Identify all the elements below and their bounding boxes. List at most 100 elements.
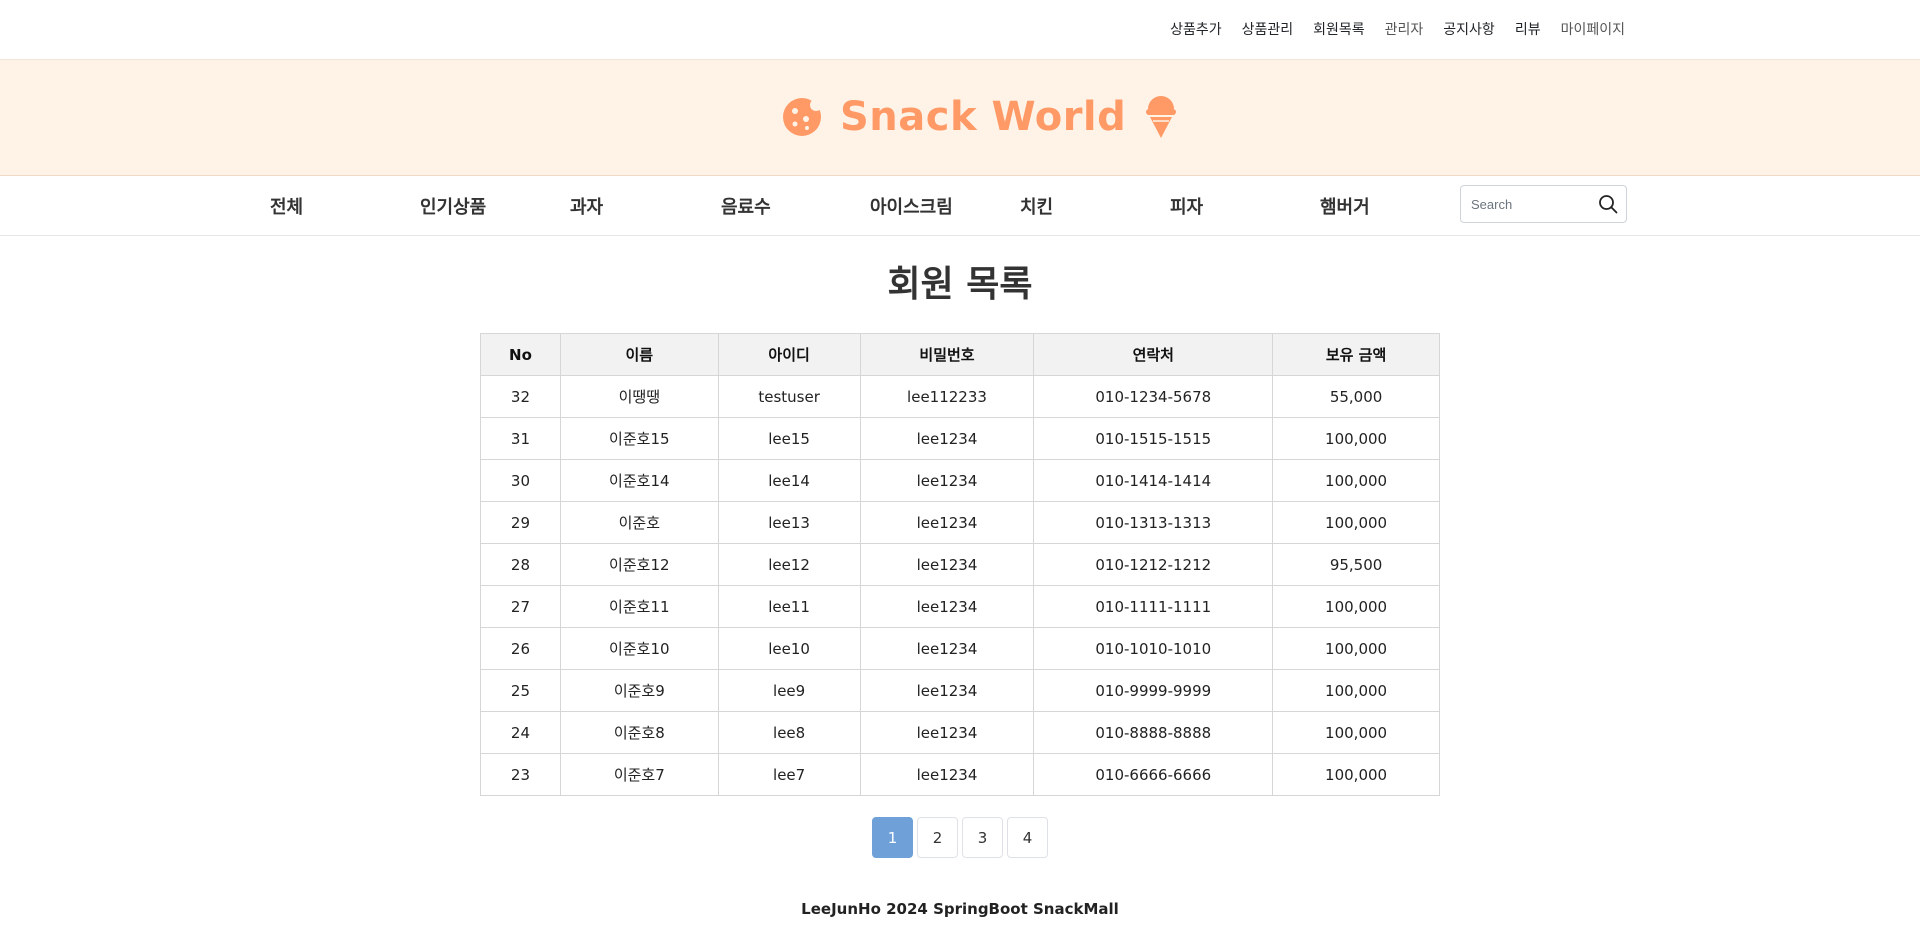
table-row: 25 이준호9 lee9 lee1234 010-9999-9999 100,000 [480, 669, 1440, 712]
cell-balance: 95,500 [1272, 543, 1440, 586]
cell-balance: 55,000 [1272, 375, 1440, 418]
cell-balance: 100,000 [1272, 417, 1440, 460]
search-icon[interactable] [1598, 194, 1618, 214]
top-link-add-product[interactable]: 상품추가 [1170, 19, 1222, 39]
column-header-id: 아이디 [717, 333, 861, 376]
ice-cream-icon [1144, 95, 1178, 139]
members-table: No 이름 아이디 비밀번호 연락처 보유 금액 32 이땡땡 testuser le… [480, 333, 1440, 796]
table-row: 30 이준호14 lee14 lee1234 010-1414-1414 100,000 [480, 459, 1440, 502]
page-button-1[interactable]: 1 [872, 817, 913, 858]
cell-id: lee15 [717, 417, 861, 460]
nav-item-pizza[interactable]: 피자 [1170, 193, 1203, 219]
top-link-notices[interactable]: 공지사항 [1443, 19, 1495, 39]
cell-phone: 010-1234-5678 [1033, 375, 1274, 418]
table-row: 27 이준호11 lee11 lee1234 010-1111-1111 100,000 [480, 585, 1440, 628]
table-row: 31 이준호15 lee15 lee1234 010-1515-1515 100,000 [480, 417, 1440, 460]
cell-name: 이준호12 [559, 543, 719, 586]
cookie-icon [782, 97, 822, 137]
cell-password: lee1234 [859, 711, 1035, 754]
cell-password: lee1234 [859, 417, 1035, 460]
footer-text: LeeJunHo 2024 SpringBoot SnackMall [801, 900, 1119, 918]
top-link-admin[interactable]: 관리자 [1385, 19, 1424, 39]
top-utility-bar: 상품추가 상품관리 회원목록 관리자 공지사항 리뷰 마이페이지 [0, 0, 1920, 60]
cell-no: 28 [480, 543, 561, 586]
table-row: 29 이준호 lee13 lee1234 010-1313-1313 100,000 [480, 501, 1440, 544]
cell-id: lee9 [717, 669, 861, 712]
cell-id: lee14 [717, 459, 861, 502]
search-box [1460, 185, 1627, 223]
cell-no: 26 [480, 627, 561, 670]
cell-id: lee7 [717, 753, 861, 796]
cell-name: 이준호11 [559, 585, 719, 628]
top-links: 상품추가 상품관리 회원목록 관리자 공지사항 리뷰 마이페이지 [1170, 19, 1625, 39]
cell-password: lee1234 [859, 459, 1035, 502]
pagination: 1 2 3 4 [872, 817, 1048, 858]
cell-no: 30 [480, 459, 561, 502]
brand-title: Snack World [840, 94, 1127, 140]
cell-name: 이땡땡 [559, 375, 719, 418]
cell-password: lee1234 [859, 627, 1035, 670]
nav-item-hamburger[interactable]: 햄버거 [1320, 193, 1370, 219]
nav-item-drinks[interactable]: 음료수 [721, 193, 771, 219]
cell-id: testuser [717, 375, 861, 418]
top-link-mypage[interactable]: 마이페이지 [1561, 19, 1625, 39]
column-header-password: 비밀번호 [859, 333, 1035, 376]
cell-balance: 100,000 [1272, 753, 1440, 796]
category-nav: 전체 인기상품 과자 음료수 아이스크림 치킨 피자 햄버거 [0, 176, 1920, 236]
nav-item-chicken[interactable]: 치킨 [1020, 193, 1053, 219]
column-header-balance: 보유 금액 [1272, 333, 1440, 376]
cell-password: lee1234 [859, 543, 1035, 586]
cell-name: 이준호10 [559, 627, 719, 670]
search-input[interactable] [1462, 187, 1596, 221]
nav-item-snacks[interactable]: 과자 [570, 193, 603, 219]
nav-item-icecream[interactable]: 아이스크림 [870, 193, 953, 219]
cell-password: lee1234 [859, 669, 1035, 712]
cell-no: 31 [480, 417, 561, 460]
cell-phone: 010-1111-1111 [1033, 585, 1274, 628]
cell-balance: 100,000 [1272, 669, 1440, 712]
table-row: 24 이준호8 lee8 lee1234 010-8888-8888 100,000 [480, 711, 1440, 754]
cell-phone: 010-9999-9999 [1033, 669, 1274, 712]
column-header-name: 이름 [559, 333, 719, 376]
top-link-reviews[interactable]: 리뷰 [1515, 19, 1541, 39]
cell-balance: 100,000 [1272, 711, 1440, 754]
table-row: 23 이준호7 lee7 lee1234 010-6666-6666 100,000 [480, 753, 1440, 796]
cell-balance: 100,000 [1272, 459, 1440, 502]
table-header-row: No 이름 아이디 비밀번호 연락처 보유 금액 [480, 333, 1440, 376]
cell-password: lee1234 [859, 585, 1035, 628]
cell-name: 이준호14 [559, 459, 719, 502]
cell-phone: 010-1010-1010 [1033, 627, 1274, 670]
nav-item-popular[interactable]: 인기상품 [420, 193, 486, 219]
top-link-member-list[interactable]: 회원목록 [1313, 19, 1365, 39]
cell-name: 이준호8 [559, 711, 719, 754]
cell-no: 24 [480, 711, 561, 754]
table-row: 32 이땡땡 testuser lee112233 010-1234-5678 55,00… [480, 375, 1440, 418]
cell-no: 23 [480, 753, 561, 796]
column-header-no: No [480, 333, 561, 376]
page-button-3[interactable]: 3 [962, 817, 1003, 858]
table-row: 28 이준호12 lee12 lee1234 010-1212-1212 95,500 [480, 543, 1440, 586]
page-button-2[interactable]: 2 [917, 817, 958, 858]
cell-id: lee8 [717, 711, 861, 754]
cell-password: lee1234 [859, 753, 1035, 796]
cell-id: lee10 [717, 627, 861, 670]
cell-no: 29 [480, 501, 561, 544]
cell-name: 이준호9 [559, 669, 719, 712]
cell-balance: 100,000 [1272, 627, 1440, 670]
cell-name: 이준호 [559, 501, 719, 544]
cell-no: 25 [480, 669, 561, 712]
cell-id: lee13 [717, 501, 861, 544]
cell-phone: 010-1515-1515 [1033, 417, 1274, 460]
cell-phone: 010-8888-8888 [1033, 711, 1274, 754]
brand-logo[interactable]: Snack World [782, 93, 1178, 141]
table-row: 26 이준호10 lee10 lee1234 010-1010-1010 100,000 [480, 627, 1440, 670]
column-header-phone: 연락처 [1033, 333, 1274, 376]
top-link-manage-products[interactable]: 상품관리 [1242, 19, 1294, 39]
cell-password: lee1234 [859, 501, 1035, 544]
page-title: 회원 목록 [887, 264, 1033, 305]
cell-no: 32 [480, 375, 561, 418]
cell-balance: 100,000 [1272, 585, 1440, 628]
page-button-4[interactable]: 4 [1007, 817, 1048, 858]
nav-item-all[interactable]: 전체 [270, 193, 303, 219]
header-banner: Snack World [0, 60, 1920, 176]
